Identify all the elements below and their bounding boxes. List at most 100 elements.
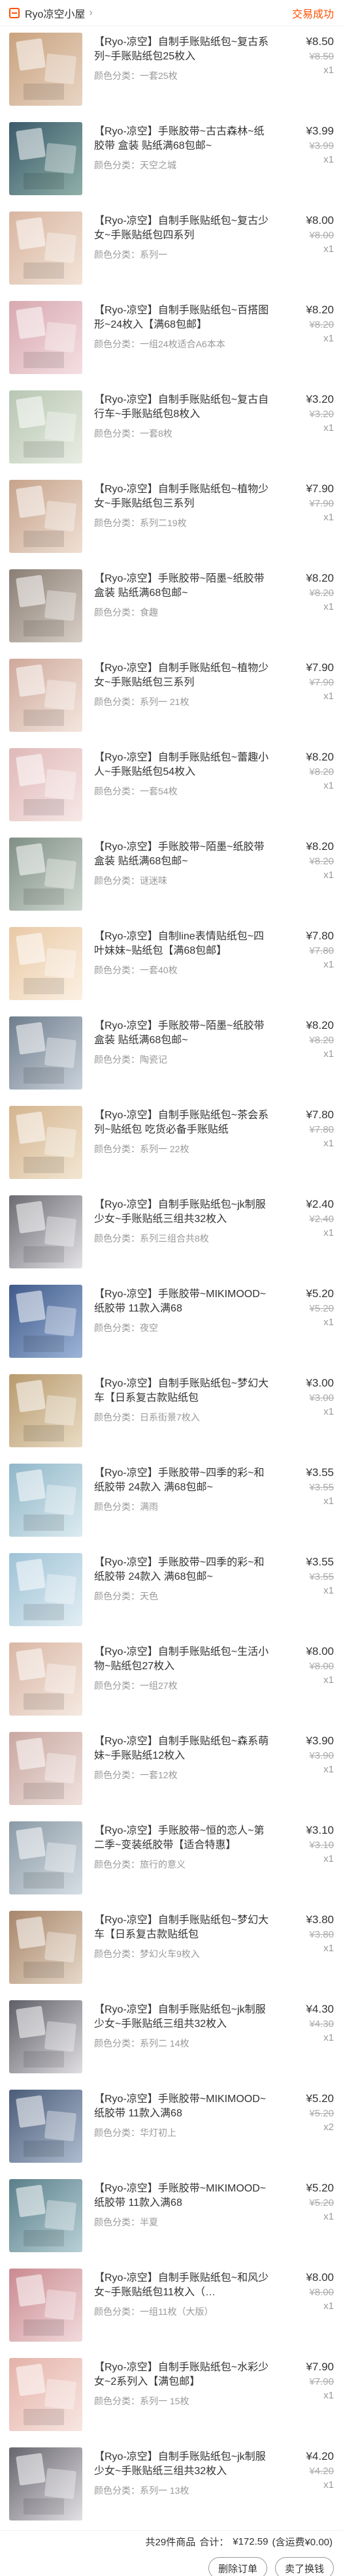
item-title[interactable]: 【Ryo-凉空】自制line表情贴纸包~四叶妹妹~贴纸包【满68包邮】 (94, 930, 274, 958)
product-thumbnail[interactable] (9, 1464, 82, 1537)
product-thumbnail[interactable] (9, 1911, 82, 1984)
order-item[interactable]: 【Ryo-凉空】自制手账贴纸包~复古少女~手账贴纸包四系列 颜色分类：系列一 ¥8.… (0, 205, 343, 294)
order-item[interactable]: 【Ryo-凉空】自制手账贴纸包~梦幻大车【日系复古款贴纸包 颜色分类：梦幻火车9枚… (0, 1904, 343, 1994)
item-original-price: ¥7.90 (309, 677, 334, 688)
order-item[interactable]: 【Ryo-凉空】自制手账贴纸包~复古系列~手账贴纸包25枚入 颜色分类：一套25枚… (0, 26, 343, 116)
order-item[interactable]: 【Ryo-凉空】自制手账贴纸包~jk制服少女~手账贴纸三组共32枚入 颜色分类：系… (0, 1189, 343, 1278)
item-price: ¥8.20 (306, 751, 334, 763)
product-thumbnail[interactable] (9, 2090, 82, 2163)
delete-order-button[interactable]: 删除订单 (208, 2557, 267, 2576)
item-price-block: ¥3.55 ¥3.55 x1 (274, 1553, 334, 1628)
item-title[interactable]: 【Ryo-凉空】自制手账贴纸包~jk制服少女~手账贴纸三组共32枚入 (94, 2450, 274, 2479)
order-item[interactable]: 【Ryo-凉空】自制手账贴纸包~蕾趣小人~手账贴纸包54枚入 颜色分类：一套54枚… (0, 742, 343, 831)
item-title[interactable]: 【Ryo-凉空】自制手账贴纸包~梦幻大车【日系复古款贴纸包 (94, 1377, 274, 1406)
product-thumbnail[interactable] (9, 480, 82, 553)
order-item[interactable]: 【Ryo-凉空】手账胶带~MIKIMOOD~纸胶带 11款入满68 颜色分类：华灯… (0, 2083, 343, 2173)
order-item[interactable]: 【Ryo-凉空】手账胶带~四季的彩~和纸胶带 24款入 满68包邮~ 颜色分类：满… (0, 1457, 343, 1547)
order-item[interactable]: 【Ryo-凉空】自制手账贴纸包~jk制服少女~手账贴纸三组共32枚入 颜色分类：系… (0, 2441, 343, 2530)
item-title[interactable]: 【Ryo-凉空】自制手账贴纸包~jk制服少女~手账贴纸三组共32枚入 (94, 2003, 274, 2032)
product-thumbnail[interactable] (9, 390, 82, 463)
order-item[interactable]: 【Ryo-凉空】手账胶带~陌墨~纸胶带盒装 贴纸满68包邮~ 颜色分类：谜迷味 ¥8… (0, 831, 343, 920)
item-quantity: x1 (323, 1853, 334, 1864)
item-original-price: ¥3.80 (309, 1929, 334, 1940)
order-item[interactable]: 【Ryo-凉空】自制line表情贴纸包~四叶妹妹~贴纸包【满68包邮】 颜色分类：… (0, 920, 343, 1010)
item-title[interactable]: 【Ryo-凉空】自制手账贴纸包~和风少女~手账贴纸包11枚入（… (94, 2271, 274, 2300)
item-title[interactable]: 【Ryo-凉空】自制手账贴纸包~复古少女~手账贴纸包四系列 (94, 214, 274, 243)
product-thumbnail[interactable] (9, 1374, 82, 1447)
product-thumbnail[interactable] (9, 2447, 82, 2521)
item-title[interactable]: 【Ryo-凉空】自制手账贴纸包~水彩少女~2系列入【满包邮】 (94, 2361, 274, 2389)
item-price: ¥3.90 (306, 1735, 334, 1747)
order-item[interactable]: 【Ryo-凉空】手账胶带~MIKIMOOD~纸胶带 11款入满68 颜色分类：夜空… (0, 1278, 343, 1368)
product-thumbnail[interactable] (9, 2358, 82, 2431)
order-item[interactable]: 【Ryo-凉空】自制手账贴纸包~水彩少女~2系列入【满包邮】 颜色分类：系列一 1… (0, 2351, 343, 2441)
item-price: ¥3.55 (306, 1466, 334, 1479)
product-thumbnail[interactable] (9, 1285, 82, 1358)
item-title[interactable]: 【Ryo-凉空】自制手账贴纸包~百搭图形~24枚入【满68包邮】 (94, 304, 274, 332)
order-item[interactable]: 【Ryo-凉空】自制手账贴纸包~梦幻大车【日系复古款贴纸包 颜色分类：日系街景7枚… (0, 1368, 343, 1457)
item-title[interactable]: 【Ryo-凉空】自制手账贴纸包~植物少女~手账贴纸包三系列 (94, 661, 274, 690)
item-title[interactable]: 【Ryo-凉空】手账胶带~陌墨~纸胶带盒装 贴纸满68包邮~ (94, 572, 274, 601)
order-item[interactable]: 【Ryo-凉空】自制手账贴纸包~森系萌妹~手账贴纸12枚入 颜色分类：一套12枚 ¥… (0, 1725, 343, 1815)
item-title[interactable]: 【Ryo-凉空】手账胶带~陌墨~纸胶带盒装 贴纸满68包邮~ (94, 840, 274, 869)
product-thumbnail[interactable] (9, 1016, 82, 1090)
product-thumbnail[interactable] (9, 122, 82, 195)
item-title[interactable]: 【Ryo-凉空】手账胶带~四季的彩~和纸胶带 24款入 满68包邮~ (94, 1466, 274, 1495)
order-item[interactable]: 【Ryo-凉空】手账胶带~陌墨~纸胶带盒装 贴纸满68包邮~ 颜色分类：陶瓷记 ¥8… (0, 1010, 343, 1099)
item-price-block: ¥3.00 ¥3.00 x1 (274, 1374, 334, 1449)
item-title[interactable]: 【Ryo-凉空】自制手账贴纸包~复古系列~手账贴纸包25枚入 (94, 35, 274, 64)
product-thumbnail[interactable] (9, 1642, 82, 1716)
item-title[interactable]: 【Ryo-凉空】手账胶带~恒的恋人~第二季~变装纸胶带【适合特惠】 (94, 1824, 274, 1853)
item-title[interactable]: 【Ryo-凉空】手账胶带~MIKIMOOD~纸胶带 11款入满68 (94, 2182, 274, 2210)
product-thumbnail[interactable] (9, 2269, 82, 2342)
item-title[interactable]: 【Ryo-凉空】手账胶带~陌墨~纸胶带盒装 贴纸满68包邮~ (94, 1019, 274, 1048)
product-thumbnail[interactable] (9, 748, 82, 821)
item-title[interactable]: 【Ryo-凉空】手账胶带~MIKIMOOD~纸胶带 11款入满68 (94, 1287, 274, 1316)
item-title[interactable]: 【Ryo-凉空】自制手账贴纸包~梦幻大车【日系复古款贴纸包 (94, 1913, 274, 1942)
product-thumbnail[interactable] (9, 212, 82, 285)
order-item[interactable]: 【Ryo-凉空】手账胶带~古古森林~纸胶带 盒装 贴纸满68包邮~ 颜色分类：天空… (0, 116, 343, 205)
product-thumbnail[interactable] (9, 1106, 82, 1179)
product-thumbnail[interactable] (9, 301, 82, 374)
item-title[interactable]: 【Ryo-凉空】自制手账贴纸包~jk制服少女~手账贴纸三组共32枚入 (94, 1198, 274, 1227)
item-title[interactable]: 【Ryo-凉空】自制手账贴纸包~蕾趣小人~手账贴纸包54枚入 (94, 751, 274, 779)
product-thumbnail[interactable] (9, 33, 82, 106)
order-item[interactable]: 【Ryo-凉空】自制手账贴纸包~和风少女~手账贴纸包11枚入（… 颜色分类：一组1… (0, 2262, 343, 2351)
order-item[interactable]: 【Ryo-凉空】自制手账贴纸包~复古自行车~手账贴纸包8枚入 颜色分类：一套8枚 ¥… (0, 384, 343, 473)
product-thumbnail[interactable] (9, 2179, 82, 2252)
product-thumbnail[interactable] (9, 1732, 82, 1805)
order-item[interactable]: 【Ryo-凉空】手账胶带~陌墨~纸胶带盒装 贴纸满68包邮~ 颜色分类：食趣 ¥8.… (0, 563, 343, 652)
order-item[interactable]: 【Ryo-凉空】自制手账贴纸包~jk制服少女~手账贴纸三组共32枚入 颜色分类：系… (0, 1994, 343, 2083)
product-thumbnail[interactable] (9, 1553, 82, 1626)
item-title[interactable]: 【Ryo-凉空】自制手账贴纸包~茶会系列~贴纸包 吃货必备手账贴纸 (94, 1108, 274, 1137)
resell-button[interactable]: 卖了换钱 (274, 2557, 334, 2576)
order-item[interactable]: 【Ryo-凉空】手账胶带~MIKIMOOD~纸胶带 11款入满68 颜色分类：半夏… (0, 2173, 343, 2262)
item-title[interactable]: 【Ryo-凉空】手账胶带~MIKIMOOD~纸胶带 11款入满68 (94, 2092, 274, 2121)
item-info: 【Ryo-凉空】手账胶带~MIKIMOOD~纸胶带 11款入满68 颜色分类：半夏 (82, 2179, 274, 2254)
item-original-price: ¥7.80 (309, 945, 334, 956)
product-thumbnail[interactable] (9, 2000, 82, 2073)
product-thumbnail[interactable] (9, 927, 82, 1000)
item-title[interactable]: 【Ryo-凉空】自制手账贴纸包~复古自行车~手账贴纸包8枚入 (94, 393, 274, 422)
order-item[interactable]: 【Ryo-凉空】自制手账贴纸包~植物少女~手账贴纸包三系列 颜色分类：系列二19枚… (0, 473, 343, 563)
product-thumbnail[interactable] (9, 569, 82, 642)
product-thumbnail[interactable] (9, 659, 82, 732)
order-item[interactable]: 【Ryo-凉空】自制手账贴纸包~植物少女~手账贴纸包三系列 颜色分类：系列一 21… (0, 652, 343, 742)
item-title[interactable]: 【Ryo-凉空】手账胶带~四季的彩~和纸胶带 24款入 满68包邮~ (94, 1556, 274, 1584)
item-title[interactable]: 【Ryo-凉空】自制手账贴纸包~生活小物~贴纸包27枚入 (94, 1645, 274, 1674)
item-quantity: x1 (323, 870, 334, 881)
item-title[interactable]: 【Ryo-凉空】手账胶带~古古森林~纸胶带 盒装 贴纸满68包邮~ (94, 125, 274, 153)
order-item[interactable]: 【Ryo-凉空】自制手账贴纸包~百搭图形~24枚入【满68包邮】 颜色分类：一组2… (0, 294, 343, 384)
order-item[interactable]: 【Ryo-凉空】手账胶带~四季的彩~和纸胶带 24款入 满68包邮~ 颜色分类：天… (0, 1547, 343, 1636)
shop-header[interactable]: Ryo凉空小屋 › 交易成功 (0, 0, 343, 26)
product-thumbnail[interactable] (9, 1195, 82, 1268)
product-thumbnail[interactable] (9, 1821, 82, 1894)
shop-name[interactable]: Ryo凉空小屋 (25, 5, 85, 21)
item-title[interactable]: 【Ryo-凉空】自制手账贴纸包~植物少女~手账贴纸包三系列 (94, 482, 274, 511)
order-item[interactable]: 【Ryo-凉空】手账胶带~恒的恋人~第二季~变装纸胶带【适合特惠】 颜色分类：旅行… (0, 1815, 343, 1904)
item-quantity: x1 (323, 1674, 334, 1686)
item-title[interactable]: 【Ryo-凉空】自制手账贴纸包~森系萌妹~手账贴纸12枚入 (94, 1735, 274, 1763)
order-item[interactable]: 【Ryo-凉空】自制手账贴纸包~茶会系列~贴纸包 吃货必备手账贴纸 颜色分类：系列… (0, 1099, 343, 1189)
product-thumbnail[interactable] (9, 838, 82, 911)
order-item[interactable]: 【Ryo-凉空】自制手账贴纸包~生活小物~贴纸包27枚入 颜色分类：一组27枚 ¥8… (0, 1636, 343, 1725)
